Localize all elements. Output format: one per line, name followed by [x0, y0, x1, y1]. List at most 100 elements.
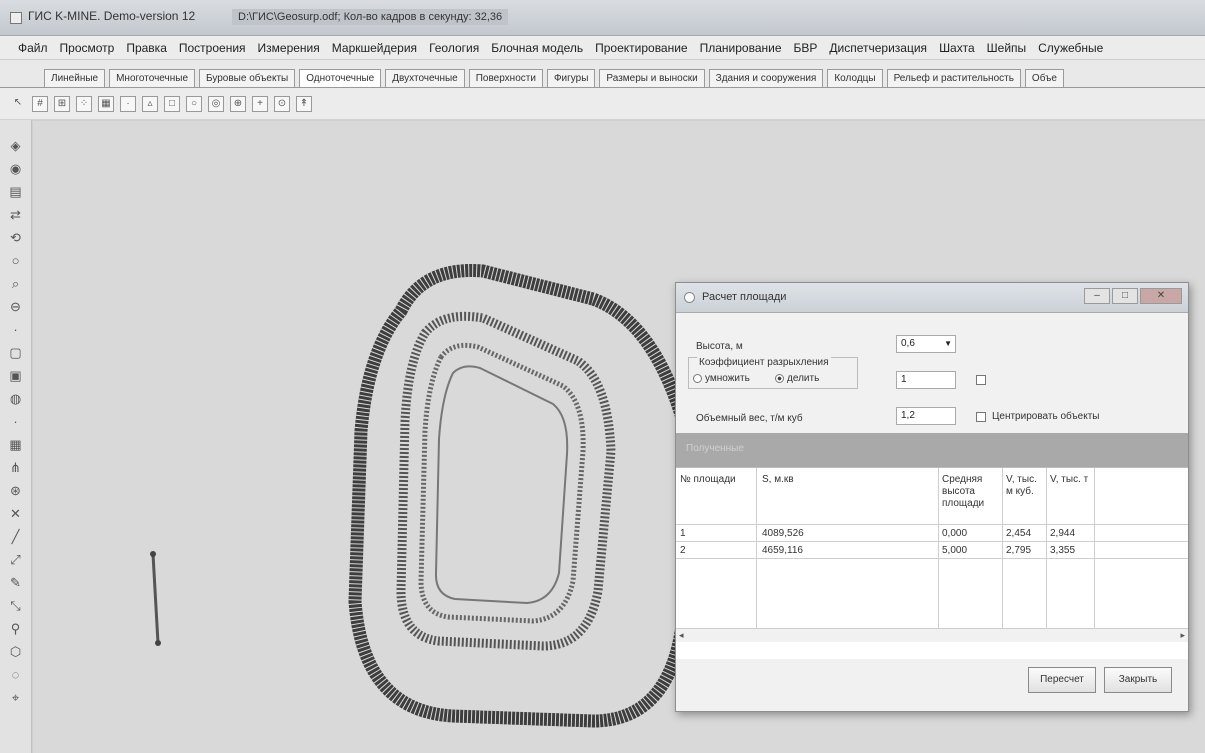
cross-tool-icon[interactable]: + — [252, 95, 268, 112]
zoom-icon[interactable]: ⌕ — [8, 276, 24, 292]
polygon-icon[interactable]: ⬡ — [8, 644, 24, 660]
menu-edit[interactable]: Правка — [126, 41, 167, 55]
cell-area: 4659,116 — [762, 545, 803, 556]
menu-file[interactable]: Файл — [18, 41, 48, 55]
maximize-button[interactable]: □ — [1112, 288, 1138, 304]
grid-divider — [1094, 468, 1095, 628]
cell-area-number: 2 — [680, 545, 686, 556]
table-icon[interactable]: ▦ — [8, 437, 24, 453]
menu-blasting[interactable]: БВР — [794, 41, 818, 55]
menu-geology[interactable]: Геология — [429, 41, 479, 55]
menu-planning[interactable]: Планирование — [700, 41, 782, 55]
menu-mine[interactable]: Шахта — [939, 41, 975, 55]
tab-single-point[interactable]: Одноточечные — [299, 69, 382, 87]
tab-buildings[interactable]: Здания и сооружения — [708, 69, 824, 87]
stack-icon[interactable]: ▤ — [8, 184, 24, 200]
line-start-point — [150, 551, 156, 557]
chevron-down-icon: ▼ — [944, 339, 952, 348]
tab-two-point[interactable]: Двухточечные — [385, 69, 465, 87]
zoom-out-icon[interactable]: ⊖ — [8, 299, 24, 315]
line-icon[interactable]: ╱ — [8, 529, 24, 545]
cursor-tool-icon[interactable]: ↟ — [296, 95, 312, 112]
layer-icon[interactable]: ◈ — [8, 138, 24, 154]
chart-tool-icon[interactable]: ⊞ — [54, 95, 70, 112]
coefficient-label: Коэффициент разрыхления — [697, 357, 831, 368]
weight-input[interactable]: 1,2 — [896, 407, 956, 425]
line-x-icon[interactable]: ✕ — [8, 506, 24, 522]
tab-surfaces[interactable]: Поверхности — [468, 69, 543, 87]
multiply-label: умножить — [705, 373, 750, 384]
path-icon[interactable]: ⤡ — [8, 598, 24, 614]
menu-service[interactable]: Служебные — [1038, 41, 1103, 55]
tab-drill-objects[interactable]: Буровые объекты — [199, 69, 296, 87]
height-select[interactable]: 0,6 ▼ — [896, 335, 956, 353]
grid-divider — [756, 468, 757, 628]
circle-tool-icon[interactable]: ○ — [186, 95, 202, 112]
separator-dot-icon: · — [13, 322, 18, 337]
marker-icon[interactable]: ⚲ — [8, 621, 24, 637]
menu-build[interactable]: Построения — [179, 41, 246, 55]
square-tool-icon[interactable]: □ — [164, 95, 180, 112]
dialog-window-buttons: – □ ✕ — [1084, 288, 1182, 304]
move-icon[interactable]: ⇄ — [8, 207, 24, 223]
pen-icon[interactable]: ✎ — [8, 575, 24, 591]
tab-dimensions[interactable]: Размеры и выноски — [599, 69, 705, 87]
tab-volumes[interactable]: Объе — [1024, 69, 1064, 87]
radio-selected-icon — [775, 373, 784, 383]
point-tool-icon[interactable]: · — [120, 95, 136, 112]
scroll-left-icon[interactable]: ◂ — [679, 630, 684, 641]
horizontal-scrollbar[interactable]: ◂ ▸ — [676, 628, 1188, 642]
dialog-title: Расчет площади — [702, 291, 787, 303]
layers-icon[interactable]: ◉ — [8, 161, 24, 177]
coefficient-input[interactable]: 1 — [896, 371, 956, 389]
center-checkbox[interactable] — [976, 412, 986, 422]
cell-volume: 2,454 — [1006, 528, 1032, 539]
minimize-button[interactable]: – — [1084, 288, 1110, 304]
scroll-right-icon[interactable]: ▸ — [1180, 630, 1185, 641]
frame-icon[interactable]: ▢ — [8, 345, 24, 361]
segment-icon[interactable]: ⤢ — [8, 552, 24, 568]
rotate-icon[interactable]: ⟲ — [8, 230, 24, 246]
compass-icon[interactable]: ⊛ — [8, 483, 24, 499]
menu-block-model[interactable]: Блочная модель — [491, 41, 583, 55]
coefficient-checkbox[interactable] — [976, 375, 986, 385]
shape-icon[interactable]: ◌ — [8, 667, 24, 683]
tab-figures[interactable]: Фигуры — [546, 69, 596, 87]
target-tool-icon[interactable]: ⊙ — [274, 95, 290, 112]
menu-measure[interactable]: Измерения — [258, 41, 320, 55]
column-header-volume: V, тыс. м куб. — [1006, 474, 1037, 497]
triangle-tool-icon[interactable]: ▵ — [142, 95, 158, 112]
dialog-form: Высота, м 0,6 ▼ Коэффициент разрыхления … — [676, 313, 1188, 433]
drawing-toolbar: ↖ # ⊞ ⁘ ▦ · ▵ □ ○ ◎ ⊕ + ⊙ ↟ — [0, 88, 1205, 120]
area-calculation-dialog: Расчет площади – □ ✕ Высота, м 0,6 ▼ Коэ… — [675, 282, 1189, 712]
menu-design[interactable]: Проектирование — [595, 41, 688, 55]
close-button[interactable]: ✕ — [1140, 288, 1182, 304]
circle-dot-tool-icon[interactable]: ◎ — [208, 95, 224, 112]
dots-tool-icon[interactable]: ⁘ — [76, 95, 92, 112]
crosshair-icon[interactable]: ⌖ — [8, 690, 24, 706]
tab-linear[interactable]: Линейные — [44, 69, 106, 87]
circle-plus-tool-icon[interactable]: ⊕ — [230, 95, 246, 112]
save-icon[interactable]: ▣ — [8, 368, 24, 384]
dialog-close-button[interactable]: Закрыть — [1104, 667, 1172, 693]
pointer-icon[interactable]: ↖ — [10, 96, 26, 112]
tab-relief[interactable]: Рельеф и растительность — [886, 69, 1021, 87]
grid-tool-icon[interactable]: # — [32, 95, 48, 112]
multiply-radio[interactable]: умножить — [693, 373, 750, 384]
globe-icon[interactable]: ◍ — [8, 391, 24, 407]
cell-avg-height: 5,000 — [942, 545, 968, 556]
tab-wells[interactable]: Колодцы — [827, 69, 883, 87]
circle-icon[interactable]: ○ — [8, 253, 24, 269]
menu-view[interactable]: Просмотр — [60, 41, 115, 55]
grid-divider — [676, 524, 1188, 525]
dialog-titlebar[interactable]: Расчет площади – □ ✕ — [676, 283, 1188, 313]
recalculate-button[interactable]: Пересчет — [1028, 667, 1096, 693]
divide-radio[interactable]: делить — [775, 373, 819, 384]
left-toolbar: ◈ ◉ ▤ ⇄ ⟲ ○ ⌕ ⊖ · ▢ ▣ ◍ · ▦ ⋔ ⊛ ✕ ╱ ⤢ ✎ … — [0, 120, 32, 753]
menu-dispatch[interactable]: Диспетчеризация — [829, 41, 927, 55]
menu-survey[interactable]: Маркшейдерия — [332, 41, 417, 55]
tab-multipoint[interactable]: Многоточечные — [109, 69, 196, 87]
block-tool-icon[interactable]: ▦ — [98, 95, 114, 112]
branch-icon[interactable]: ⋔ — [8, 460, 24, 476]
menu-shapes[interactable]: Шейпы — [987, 41, 1027, 55]
